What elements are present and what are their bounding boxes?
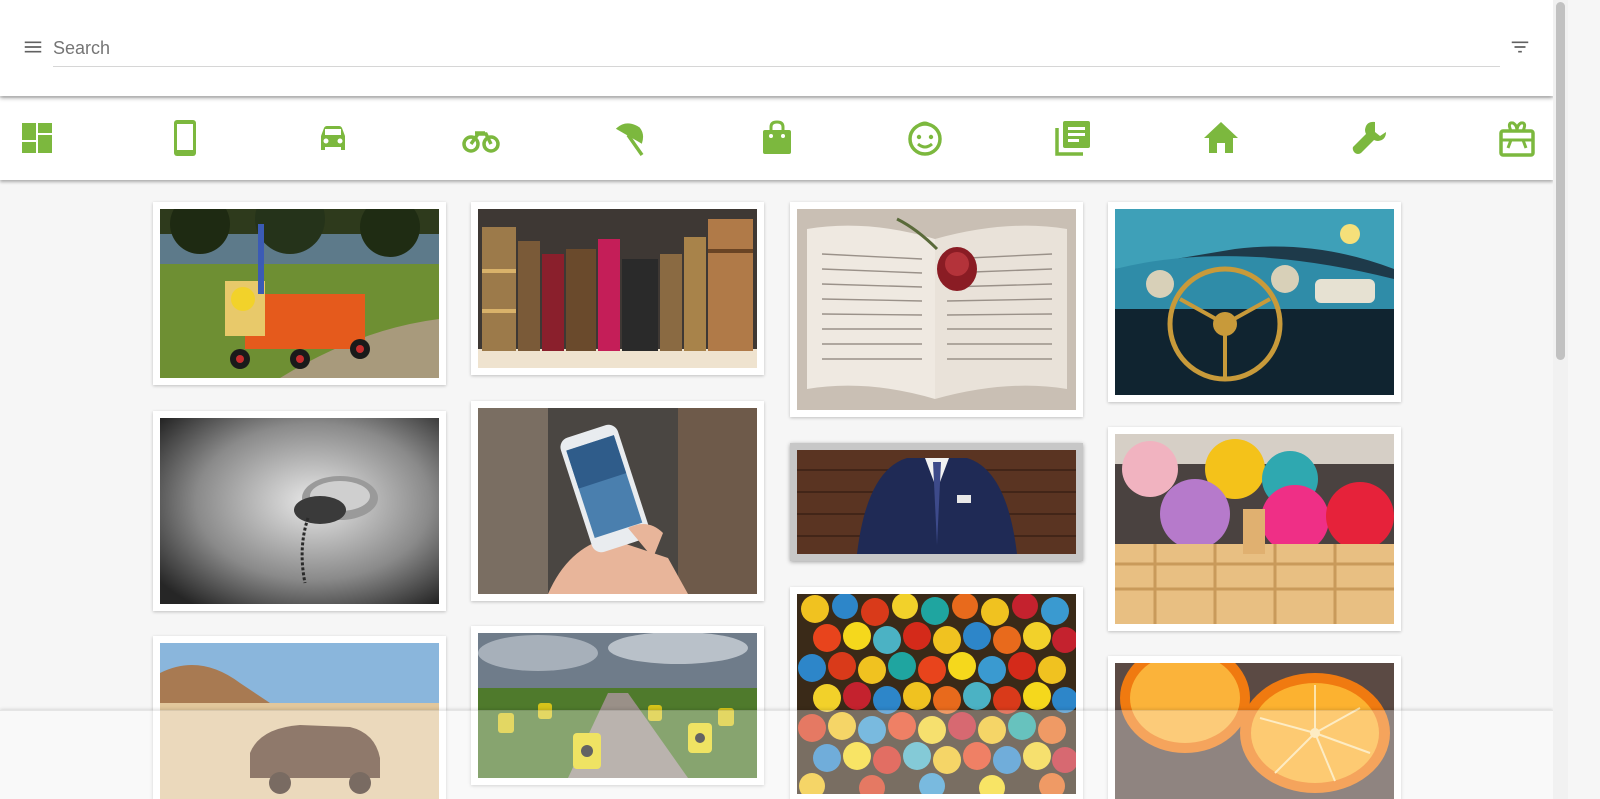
- listing-card[interactable]: [1108, 427, 1401, 631]
- red-wooden-handcart-in-park-image: [160, 209, 439, 378]
- listing-card[interactable]: [471, 401, 764, 601]
- library-books-icon[interactable]: [1053, 118, 1093, 158]
- dashboard-icon[interactable]: [17, 118, 57, 158]
- scrollbar[interactable]: [1553, 0, 1568, 799]
- listing-grid: [0, 180, 1553, 799]
- man-in-navy-suit-and-tie-image: [797, 209, 1076, 410]
- bottom-panel: [0, 710, 1553, 799]
- listing-card[interactable]: [153, 411, 446, 611]
- listing-card[interactable]: [790, 202, 1083, 417]
- listing-card[interactable]: [153, 202, 446, 385]
- black-and-white-vintage-telephone-image: [478, 408, 757, 594]
- shopping-bag-icon[interactable]: [757, 118, 797, 158]
- listing-card[interactable]: [1108, 202, 1401, 402]
- colorful-glass-marbles-image: [1115, 434, 1394, 624]
- wrench-icon[interactable]: [1349, 118, 1389, 158]
- filter-icon[interactable]: [1508, 36, 1532, 58]
- smartphone-icon[interactable]: [165, 118, 205, 158]
- gift-card-icon[interactable]: [1497, 118, 1537, 158]
- car-icon[interactable]: [313, 118, 353, 158]
- listing-card[interactable]: [471, 202, 764, 375]
- balls-of-yarn-in-basket-image: [797, 450, 1076, 554]
- search-input[interactable]: [53, 30, 1500, 67]
- beach-umbrella-icon[interactable]: [609, 118, 649, 158]
- menu-icon[interactable]: [22, 36, 44, 58]
- search-header: [0, 0, 1553, 96]
- listing-card[interactable]: [790, 443, 1083, 561]
- motorcycle-icon[interactable]: [461, 118, 501, 158]
- radioactive-barrels-in-field-image: [1115, 209, 1394, 395]
- child-face-icon[interactable]: [905, 118, 945, 158]
- category-bar: [0, 98, 1553, 180]
- home-icon[interactable]: [1201, 118, 1241, 158]
- vintage-convertible-dashboard-image: [478, 209, 757, 368]
- antique-leather-books-on-shelf-image: [160, 418, 439, 604]
- scrollbar-thumb[interactable]: [1556, 2, 1565, 360]
